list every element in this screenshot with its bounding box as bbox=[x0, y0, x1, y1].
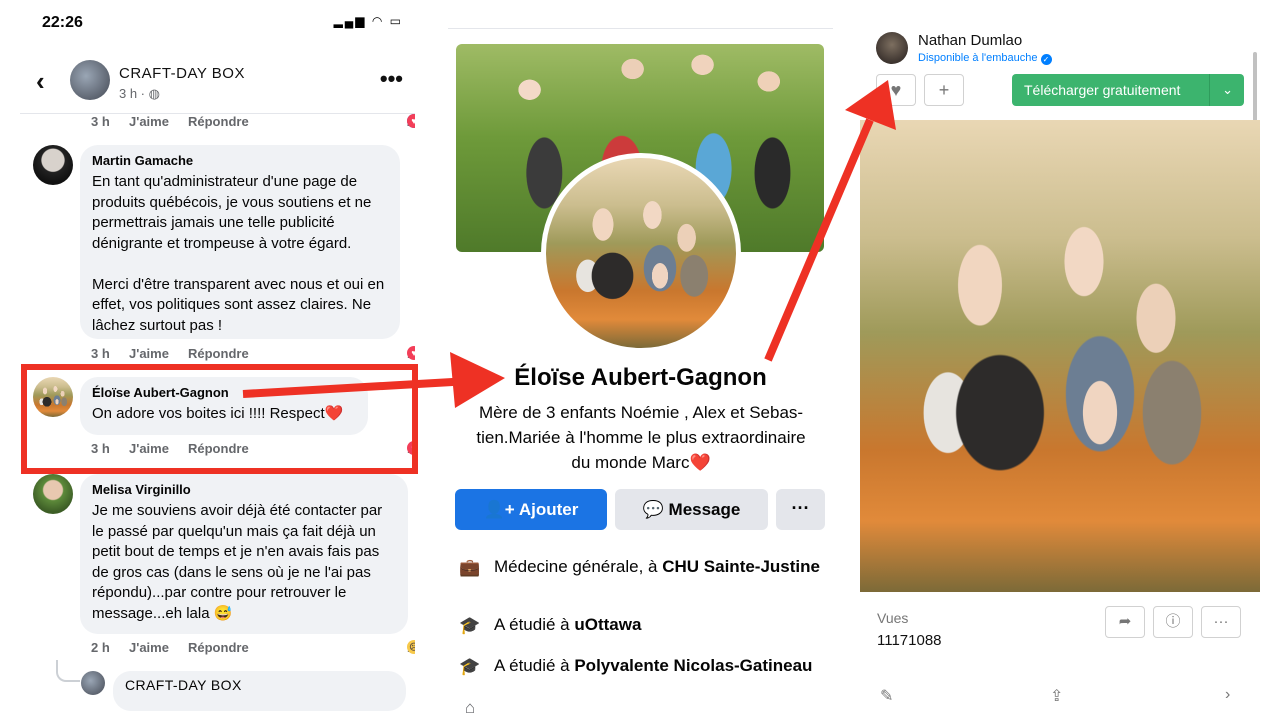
avatar[interactable] bbox=[33, 474, 73, 514]
avatar[interactable] bbox=[81, 671, 105, 695]
graduation-cap-icon: 🎓 bbox=[459, 616, 481, 635]
facebook-profile-panel: Éloïse Aubert-Gagnon Mère de 3 enfants N… bbox=[448, 28, 833, 720]
reply-link[interactable]: Répondre bbox=[188, 346, 249, 361]
avatar[interactable] bbox=[33, 145, 73, 185]
comment-bubble: Melisa Virginillo Je me souviens avoir d… bbox=[80, 474, 408, 634]
more-actions-button[interactable]: ··· bbox=[1201, 606, 1241, 638]
work-place-link[interactable]: CHU Sainte-Justine bbox=[662, 557, 820, 576]
graduation-cap-icon: 🎓 bbox=[459, 657, 481, 676]
reply-link[interactable]: Répondre bbox=[188, 114, 249, 129]
like-link[interactable]: J'aime bbox=[129, 640, 169, 655]
comment-meta-row: 2 h J'aime Répondre 1 ☹ bbox=[91, 640, 415, 658]
status-time: 22:26 bbox=[42, 14, 83, 31]
comment-time: 3 h bbox=[91, 346, 110, 361]
comment-text: Je me souviens avoir déjà été contacter … bbox=[92, 502, 383, 622]
sad-reaction-icon: ☹ bbox=[407, 640, 415, 654]
plus-icon: + bbox=[938, 80, 950, 100]
add-to-collection-button[interactable]: + bbox=[924, 74, 964, 106]
highlight-box bbox=[21, 364, 418, 474]
messenger-icon: 💬 bbox=[642, 500, 664, 519]
more-icon[interactable]: ••• bbox=[380, 66, 403, 92]
top-divider bbox=[448, 28, 833, 29]
commenter-name[interactable]: Martin Gamache bbox=[92, 153, 388, 168]
author-avatar[interactable] bbox=[876, 32, 908, 64]
comment-text: En tant qu'administrateur d'une page de … bbox=[92, 173, 385, 334]
download-label: Télécharger gratuitement bbox=[1024, 82, 1181, 98]
heart-reaction-icon: ♥ bbox=[407, 346, 415, 360]
download-button[interactable]: Télécharger gratuitement ⌄ bbox=[1012, 74, 1244, 106]
like-button[interactable]: ♥ bbox=[876, 74, 916, 106]
home-icon: ⌂ bbox=[464, 698, 476, 717]
main-photo[interactable] bbox=[860, 120, 1260, 592]
profile-picture[interactable] bbox=[541, 153, 741, 353]
comment-bubble: CRAFT-DAY BOX bbox=[113, 671, 406, 711]
like-link[interactable]: J'aime bbox=[129, 114, 169, 129]
share-upload-icon[interactable]: ⇪ bbox=[1050, 686, 1063, 706]
views-label: Vues bbox=[877, 610, 909, 626]
post-time: 3 h · ◍ bbox=[119, 86, 160, 101]
edit-icon[interactable]: ✎ bbox=[880, 686, 893, 706]
comment-time: 2 h bbox=[91, 640, 110, 655]
info-icon: ⓘ bbox=[1165, 613, 1181, 630]
hire-status[interactable]: Disponible à l'embauche ✓ bbox=[918, 52, 1052, 65]
comment-bubble: Martin Gamache En tant qu'administrateur… bbox=[80, 145, 400, 339]
like-link[interactable]: J'aime bbox=[129, 346, 169, 361]
add-friend-icon: 👤+ bbox=[483, 500, 515, 519]
reply-link[interactable]: Répondre bbox=[188, 640, 249, 655]
info-button[interactable]: ⓘ bbox=[1153, 606, 1193, 638]
author-name[interactable]: Nathan Dumlao bbox=[918, 32, 1022, 49]
commenter-name[interactable]: Melisa Virginillo bbox=[92, 482, 396, 497]
comment-meta-row: 3 h J'aime Répondre 2 👍♥ bbox=[91, 114, 415, 132]
check-icon: ✓ bbox=[1040, 54, 1052, 65]
reply-thread-line bbox=[56, 660, 80, 682]
status-icons: ▂▄▆ ◠ ▭ bbox=[333, 14, 403, 28]
more-button[interactable]: ··· bbox=[776, 489, 825, 530]
back-icon[interactable]: ‹ bbox=[36, 66, 45, 97]
group-avatar[interactable] bbox=[70, 60, 110, 100]
group-title[interactable]: CRAFT-DAY BOX bbox=[119, 65, 245, 82]
school-link[interactable]: uOttawa bbox=[574, 615, 641, 634]
message-button[interactable]: 💬 Message bbox=[615, 489, 768, 530]
profile-bio: Mère de 3 enfants Noémie , Alex et Sebas… bbox=[476, 403, 806, 472]
more-icon: ··· bbox=[1213, 613, 1229, 630]
chevron-down-icon[interactable]: ⌄ bbox=[1222, 74, 1233, 106]
share-button[interactable]: ➦ bbox=[1105, 606, 1145, 638]
globe-icon: ◍ bbox=[148, 86, 160, 101]
button-separator bbox=[1209, 74, 1210, 106]
unsplash-photo-panel: Nathan Dumlao Disponible à l'embauche ✓ ♥… bbox=[860, 22, 1260, 720]
views-value: 11171088 bbox=[877, 632, 942, 649]
facebook-comments-panel: 22:26 ▂▄▆ ◠ ▭ ‹ CRAFT-DAY BOX 3 h · ◍ ••… bbox=[20, 0, 415, 720]
profile-name: Éloïse Aubert-Gagnon bbox=[514, 364, 767, 391]
commenter-name[interactable]: CRAFT-DAY BOX bbox=[125, 677, 394, 693]
heart-reaction-icon: ♥ bbox=[407, 114, 415, 128]
briefcase-icon: 💼 bbox=[459, 558, 481, 577]
school-link[interactable]: Polyvalente Nicolas-Gatineau bbox=[574, 656, 812, 675]
share-icon: ➦ bbox=[1118, 613, 1132, 630]
add-friend-button[interactable]: 👤+ Ajouter bbox=[455, 489, 607, 530]
comment-time: 3 h bbox=[91, 114, 110, 129]
heart-icon: ♥ bbox=[890, 80, 902, 100]
next-icon[interactable]: › bbox=[1225, 686, 1230, 704]
comment-meta-row: 3 h J'aime Répondre 1 ♥ bbox=[91, 346, 415, 364]
